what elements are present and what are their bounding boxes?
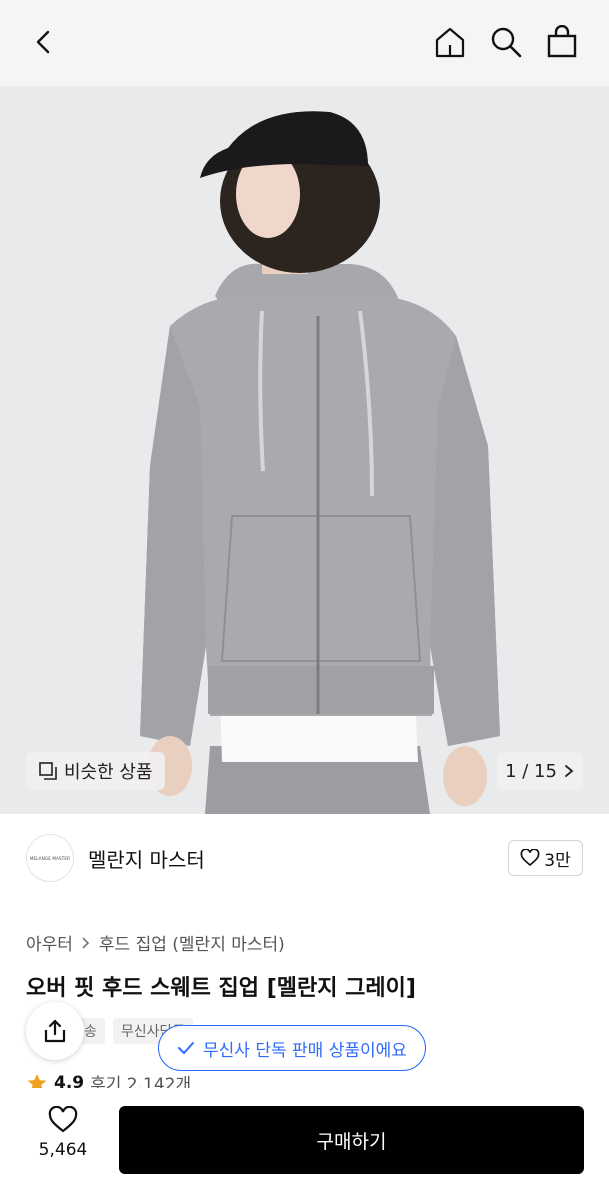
wishlist-button[interactable]: 5,464 (28, 1106, 98, 1176)
cart-button[interactable] (542, 22, 582, 62)
check-icon (178, 1042, 194, 1054)
breadcrumb: 아우터 후드 집업 (멜란지 마스터) (26, 930, 285, 955)
search-button[interactable] (486, 22, 526, 62)
chevron-left-icon (36, 30, 50, 54)
similar-products-label: 비슷한 상품 (64, 762, 153, 783)
exclusive-notice-text: 무신사 단독 판매 상품이에요 (203, 1040, 407, 1061)
breadcrumb-item-category[interactable]: 아우터 (26, 930, 73, 955)
brand-like-button[interactable]: 3만 (508, 840, 583, 876)
brand-logo-text: MELANGE MASTER (29, 855, 71, 861)
product-title: 오버 핏 후드 스웨트 집업 [멜란지 그레이] (26, 976, 416, 1001)
bottom-purchase-bar: 5,464 구매하기 (0, 1088, 609, 1200)
share-icon (44, 1019, 66, 1043)
home-icon (435, 27, 465, 58)
gallery-page-counter[interactable]: 1 / 15 (497, 752, 583, 790)
brand-name[interactable]: 멜란지 마스터 (88, 844, 205, 873)
share-button[interactable] (26, 1002, 84, 1060)
product-photo (0, 86, 609, 814)
wishlist-count: 5,464 (38, 1140, 88, 1160)
brand-row: MELANGE MASTER 멜란지 마스터 3만 (0, 814, 609, 904)
buy-button[interactable]: 구매하기 (119, 1106, 584, 1174)
buy-button-label: 구매하기 (316, 1130, 387, 1153)
chevron-right-icon (82, 936, 90, 949)
brand-logo[interactable]: MELANGE MASTER (26, 834, 74, 882)
shopping-bag-icon (547, 25, 577, 58)
gallery-counter-text: 1 / 15 (505, 760, 557, 782)
back-button[interactable] (24, 22, 64, 62)
similar-products-button[interactable]: 비슷한 상품 (26, 752, 165, 790)
heart-icon (520, 849, 540, 867)
chevron-right-icon (565, 765, 574, 777)
product-image-gallery[interactable] (0, 86, 609, 814)
brand-like-count: 3만 (544, 850, 571, 871)
similar-products-icon (39, 762, 57, 780)
heart-icon (48, 1106, 78, 1133)
top-navigation-bar (0, 0, 609, 86)
breadcrumb-item-subcategory[interactable]: 후드 집업 (멜란지 마스터) (99, 930, 285, 955)
exclusive-notice-pill: 무신사 단독 판매 상품이에요 (158, 1025, 426, 1071)
home-button[interactable] (430, 22, 470, 62)
search-icon (491, 27, 522, 58)
